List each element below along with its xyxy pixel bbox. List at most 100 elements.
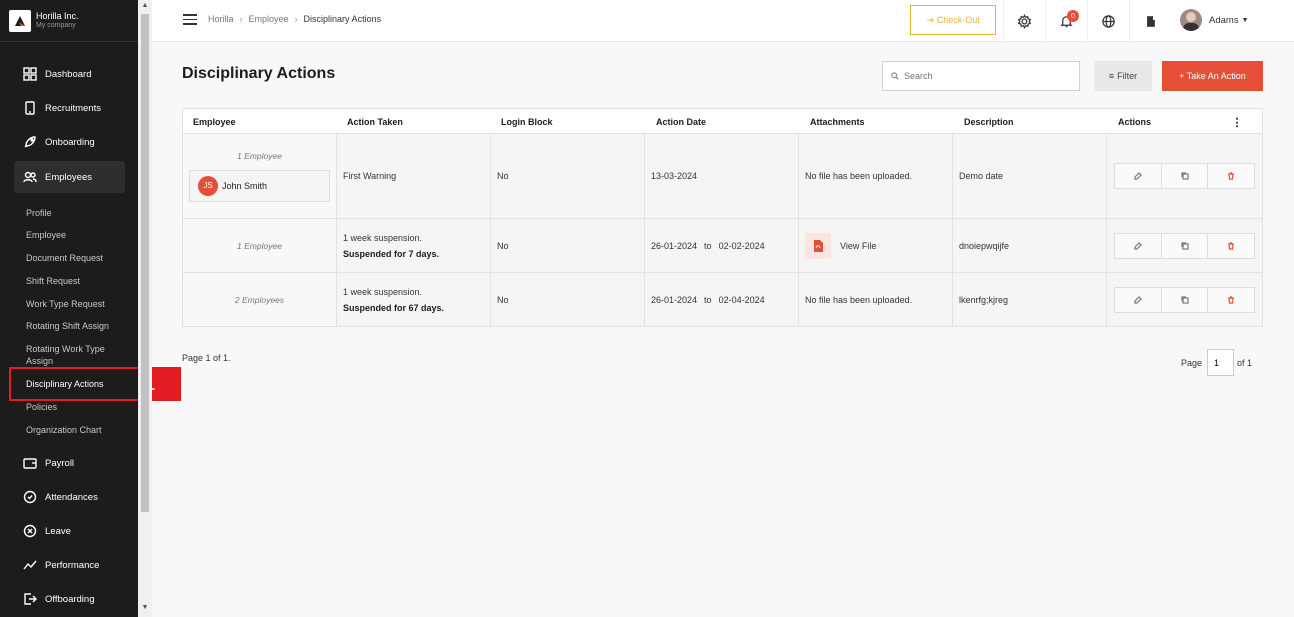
edit-button[interactable] — [1115, 164, 1162, 188]
view-file-link[interactable]: View File — [840, 241, 876, 251]
pagination-info: Page 1 of 1. — [182, 353, 231, 363]
phone-icon — [22, 100, 38, 116]
page-number-input[interactable] — [1207, 349, 1235, 376]
take-action-button[interactable]: + Take An Action — [1162, 61, 1263, 91]
delete-button[interactable] — [1208, 288, 1254, 312]
breadcrumb-employee[interactable]: Employee — [249, 14, 289, 24]
table-row[interactable]: 2 Employees 1 week suspension. Suspended… — [183, 273, 1262, 327]
trash-icon — [1228, 241, 1235, 250]
page-label: Page — [1181, 357, 1203, 368]
description-cell: dnoiepwqijfe — [953, 219, 1107, 272]
notifications-button[interactable]: 0 — [1045, 0, 1087, 42]
disciplinary-table: Employee Action Taken Login Block Action… — [182, 108, 1263, 327]
action-date-cell: 26-01-2024 to 02-02-2024 — [645, 219, 799, 272]
nav-dashboard-label: Dashboard — [45, 68, 92, 80]
nav-performance-label: Performance — [45, 559, 100, 571]
search-box[interactable] — [882, 61, 1080, 91]
avatar: JS — [198, 175, 218, 196]
employee-cell[interactable]: 1 Employee — [183, 219, 337, 272]
subnav-profile[interactable]: Profile — [26, 207, 136, 219]
sidebar-scrollbar[interactable]: ▲ ▼ — [138, 0, 152, 617]
check-out-label: Check-Out — [936, 15, 980, 25]
employee-name: John Smith — [222, 180, 268, 191]
subnav-work-type-request[interactable]: Work Type Request — [26, 298, 136, 310]
notification-badge: 0 — [1067, 10, 1079, 22]
header-action-taken[interactable]: Action Taken — [347, 109, 403, 134]
subnav-rotating-shift-assign[interactable]: Rotating Shift Assign — [26, 320, 136, 332]
dashboard-icon — [22, 66, 38, 82]
nav-attendances[interactable]: Attendances — [14, 481, 125, 513]
brand[interactable]: Horilla Inc. My company — [0, 0, 138, 42]
trash-icon — [1228, 172, 1235, 180]
subnav-shift-request[interactable]: Shift Request — [26, 275, 136, 287]
attachment-cell: No file has been uploaded. — [799, 273, 953, 326]
scroll-up-icon[interactable]: ▲ — [141, 2, 149, 10]
company-switch-button[interactable] — [1129, 0, 1171, 42]
header-action-date[interactable]: Action Date — [656, 109, 706, 134]
action-detail: Suspended for 67 days. — [343, 302, 445, 313]
hamburger-menu-icon[interactable] — [183, 14, 197, 26]
more-options-icon[interactable]: ⋮ — [1226, 111, 1248, 133]
employee-cell[interactable]: 1 Employee JS John Smith — [183, 134, 337, 218]
table-row[interactable]: 1 Employee 1 week suspension. Suspended … — [183, 219, 1262, 273]
search-input[interactable] — [904, 71, 1074, 81]
nav-dashboard[interactable]: Dashboard — [14, 58, 125, 90]
description-cell: Demo date — [953, 134, 1107, 218]
nav-offboarding[interactable]: Offboarding — [14, 583, 125, 615]
edit-button[interactable] — [1115, 233, 1162, 258]
employee-cell[interactable]: 2 Employees — [183, 273, 337, 326]
action-taken: 1 week suspension. — [343, 286, 423, 297]
nav-recruitments-label: Recruitments — [45, 102, 101, 114]
breadcrumb-horilla[interactable]: Horilla — [208, 14, 234, 24]
nav-performance[interactable]: Performance — [14, 549, 125, 581]
settings-button[interactable] — [1003, 0, 1045, 42]
date-to: 02-02-2024 — [718, 240, 765, 251]
nav-onboarding[interactable]: Onboarding — [14, 126, 125, 158]
nav-recruitments[interactable]: Recruitments — [14, 92, 125, 124]
subnav-document-request[interactable]: Document Request — [26, 252, 136, 264]
users-icon — [22, 169, 38, 185]
scroll-thumb[interactable] — [141, 14, 149, 512]
user-menu[interactable]: Adams ▼ — [1180, 9, 1249, 31]
page-total: of 1 — [1237, 357, 1253, 368]
breadcrumb: Horilla › Employee › Disciplinary Action… — [208, 14, 381, 24]
nav-employees[interactable]: Employees — [14, 161, 125, 193]
delete-button[interactable] — [1208, 164, 1254, 188]
subnav-employee[interactable]: Employee — [26, 229, 136, 241]
date-from: 13-03-2024 — [651, 171, 698, 181]
pagination: Page of 1 — [1181, 349, 1252, 376]
filter-button[interactable]: ≡ Filter — [1094, 61, 1152, 91]
nav-payroll[interactable]: Payroll — [14, 447, 125, 479]
duplicate-button[interactable] — [1162, 164, 1209, 188]
trend-icon — [22, 557, 38, 573]
header-attachments[interactable]: Attachments — [810, 109, 865, 134]
table-row[interactable]: 1 Employee JS John Smith First Warning N… — [183, 134, 1262, 219]
subnav-rotating-work-type-assign[interactable]: Rotating Work Type Assign — [26, 343, 126, 367]
edit-button[interactable] — [1115, 287, 1162, 312]
subnav-disciplinary-actions[interactable]: Disciplinary Actions — [26, 378, 136, 390]
row-action-group — [1114, 286, 1255, 313]
check-out-button[interactable]: ⇥ Check-Out — [910, 5, 996, 35]
pdf-file-icon[interactable] — [805, 232, 831, 259]
employee-chip[interactable]: JS John Smith — [189, 169, 330, 202]
duplicate-button[interactable] — [1162, 287, 1209, 312]
subnav-policies[interactable]: Policies — [26, 401, 136, 413]
actions-cell — [1107, 273, 1262, 326]
attachment-cell: View File — [799, 219, 953, 272]
chevron-right-icon: › — [239, 14, 243, 24]
edit-icon — [1134, 241, 1142, 250]
scroll-down-icon[interactable]: ▼ — [141, 604, 149, 612]
header-employee[interactable]: Employee — [193, 109, 236, 134]
header-login-block[interactable]: Login Block — [501, 109, 553, 134]
header-description[interactable]: Description — [964, 109, 1014, 134]
delete-button[interactable] — [1208, 234, 1254, 258]
date-from: 26-01-2024 — [651, 240, 698, 251]
nav-employees-label: Employees — [45, 171, 92, 183]
subnav-organization-chart[interactable]: Organization Chart — [26, 424, 136, 436]
description-cell: lkenrfg;kjreg — [953, 273, 1107, 326]
duplicate-button[interactable] — [1162, 233, 1209, 258]
actions-cell — [1107, 219, 1262, 272]
language-button[interactable] — [1087, 0, 1129, 42]
nav-leave[interactable]: Leave — [14, 515, 125, 547]
topbar: Horilla › Employee › Disciplinary Action… — [152, 0, 1294, 42]
